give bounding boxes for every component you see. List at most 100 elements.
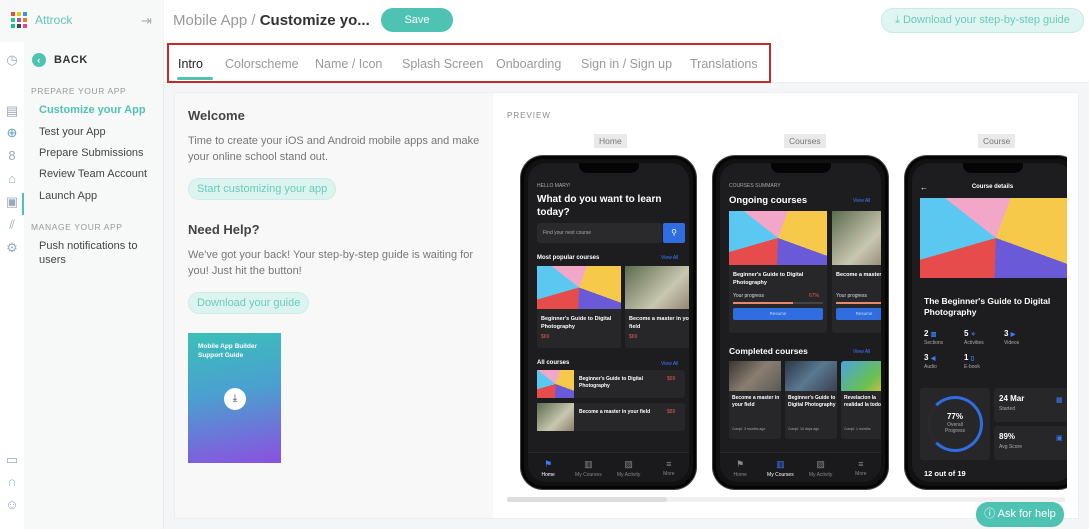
view-all-link[interactable]: View All [661,361,678,367]
view-all-link[interactable]: View All [853,349,870,355]
download-icon[interactable]: ⤓ [224,388,246,410]
sidebar-item-launch[interactable]: Launch App [39,189,157,203]
back-label: BACK [54,54,88,66]
completed-card[interactable]: Beginner's Guide to Digital Photography … [785,361,837,439]
speedometer-icon[interactable]: ◷ [4,52,20,68]
tab-translations[interactable]: Translations [690,57,758,71]
tab-colorscheme[interactable]: Colorscheme [225,57,299,71]
nav-more[interactable]: ≡ More [649,459,689,477]
completed-card[interactable]: Become a master in your field Compl. 3 m… [729,361,781,439]
help-title: Need Help? [188,222,260,237]
tab-sign-in[interactable]: Sign in / Sign up [581,57,672,71]
tab-onboarding[interactable]: Onboarding [496,57,561,71]
tab-splash-screen[interactable]: Splash Screen [402,57,483,71]
chevron-left-icon: ‹ [32,53,46,67]
welcome-text: Time to create your iOS and Android mobi… [188,135,480,163]
course-card[interactable]: Become a master in your field $69 [625,266,689,348]
sidebar-item-test[interactable]: Test your App [39,125,157,139]
ongoing-title: Ongoing courses [729,195,808,206]
brand-name: Attrock [35,13,73,27]
breadcrumb-parent[interactable]: Mobile App / [173,12,260,29]
sidebar-item-customize[interactable]: Customize your App [39,103,157,117]
sidebar-item-push[interactable]: Push notifications to users [39,239,151,267]
nav-my-courses[interactable]: ▥ My Courses [568,459,608,478]
intro-panel: Welcome Time to create your iOS and Andr… [175,93,493,518]
users-icon[interactable]: 8 [4,148,20,164]
logout-icon[interactable]: ⇥ [141,13,152,29]
calculator-icon[interactable]: ▤ [4,103,20,119]
tab-bar: Intro Colorscheme Name / Icon Splash Scr… [164,42,1089,83]
all-courses-title: All courses [537,360,570,366]
resume-button[interactable]: Resume [836,308,881,320]
tab-name-icon[interactable]: Name / Icon [315,57,382,71]
screen-tag-home: Home [594,134,627,148]
nav-home[interactable]: ⚑ Home [720,459,760,478]
headset-icon[interactable]: ∩ [4,474,20,490]
popular-title: Most popular courses [537,255,600,261]
course-image [920,198,1067,278]
back-button[interactable]: ‹ BACK [32,53,88,67]
nav-more[interactable]: ≡ More [841,459,881,477]
home-headline: What do you want to learn today? [537,194,662,218]
header: Mobile App / Customize yo... Save ⤓ Down… [164,0,1089,42]
globe-icon[interactable]: ⊕ [4,125,20,141]
search-input[interactable]: Find your next course [537,223,662,243]
started-card: 24 Mar Started ▦ [994,388,1067,422]
completed-title: Completed courses [729,346,808,356]
icon-rail: ◷ ▤ ⊕ 8 ⌂ ▣ ⫽ ⚙ ▭ ∩ ☺ [0,0,24,529]
search-icon[interactable]: ⚲ [663,223,685,243]
view-all-link[interactable]: View All [661,255,678,261]
sidebar-item-team[interactable]: Review Team Account [39,167,157,181]
download-guide-pill[interactable]: Download your guide [188,292,310,314]
chart-icon[interactable]: ⫽ [4,217,20,233]
guide-cover[interactable]: Mobile App Builder Support Guide ⤓ [188,333,281,463]
tab-highlight-box: Intro Colorscheme Name / Icon Splash Scr… [167,43,771,83]
content-card: Welcome Time to create your iOS and Andr… [174,92,1079,519]
preview-label: PREVIEW [507,111,551,120]
resume-button[interactable]: Resume [733,308,823,320]
nav-my-courses[interactable]: ▥ My Courses [760,459,800,478]
preview-scrollbar[interactable] [507,497,667,502]
sidebar-item-submissions[interactable]: Prepare Submissions [39,146,157,160]
progress-count: 12 out of 19 [924,469,966,478]
overall-progress-card: 77% Overall Progress [920,388,990,460]
download-guide-button[interactable]: ⤓ Download your step-by-step guide [881,8,1084,33]
completed-card[interactable]: Revelacion la realidad la todo mé Compl.… [841,361,881,439]
active-tab-indicator [177,77,213,80]
phone-course-clip: ← Course details The Beginner's Guide to… [903,153,1067,493]
screen-tag-courses: Courses [784,134,826,148]
tag-icon[interactable]: ⌂ [4,171,20,187]
ongoing-card[interactable]: Beginner's Guide to Digital Photography … [729,211,827,333]
screen-tag-course: Course [978,134,1016,148]
save-button[interactable]: Save [381,8,453,32]
cover-title: Mobile App Builder Support Guide [198,343,257,359]
courses-summary: COURSES SUMMARY [729,183,781,189]
nav-home[interactable]: ⚑ Home [528,459,568,478]
calendar-icon: ▦ [1056,397,1063,404]
user-settings-icon[interactable]: ☺ [4,497,20,513]
nav-my-activity[interactable]: ▨ My Activity [801,459,841,478]
ongoing-card[interactable]: Become a master in your field Your progr… [832,211,881,333]
phone-home: HELLO MARY! What do you want to learn to… [521,156,696,489]
course-details-header: Course details [971,184,1014,190]
course-card[interactable]: Beginner's Guide to Digital Photography … [537,266,621,348]
view-all-link[interactable]: View All [853,198,870,204]
help-text: We've got your back! Your step-by-step g… [188,249,473,277]
section-title: PREPARE YOUR APP [31,86,127,96]
course-title: The Beginner's Guide to Digital Photogra… [924,296,1051,317]
nav-my-activity[interactable]: ▨ My Activity [609,459,649,478]
list-item[interactable]: Beginner's Guide to Digital Photography … [537,370,685,398]
breadcrumb: Mobile App / Customize yo... [173,12,370,29]
section-title: MANAGE YOUR APP [31,222,123,232]
tab-intro[interactable]: Intro [178,57,203,71]
gear-icon[interactable]: ⚙ [4,240,20,256]
ask-for-help-label: Ask for help [997,508,1056,520]
ask-for-help-button[interactable]: ⓘ Ask for help [976,502,1064,527]
list-item[interactable]: Become a master in your field $89 [537,403,685,431]
logo-icon[interactable] [11,12,27,28]
phone-course: ← Course details The Beginner's Guide to… [905,156,1067,489]
start-customizing-button[interactable]: Start customizing your app [188,178,337,200]
score-card: 89% Avg Score ▣ [994,426,1067,460]
mobile-icon[interactable]: ▣ [4,194,20,210]
clipboard-icon[interactable]: ▭ [4,452,20,468]
